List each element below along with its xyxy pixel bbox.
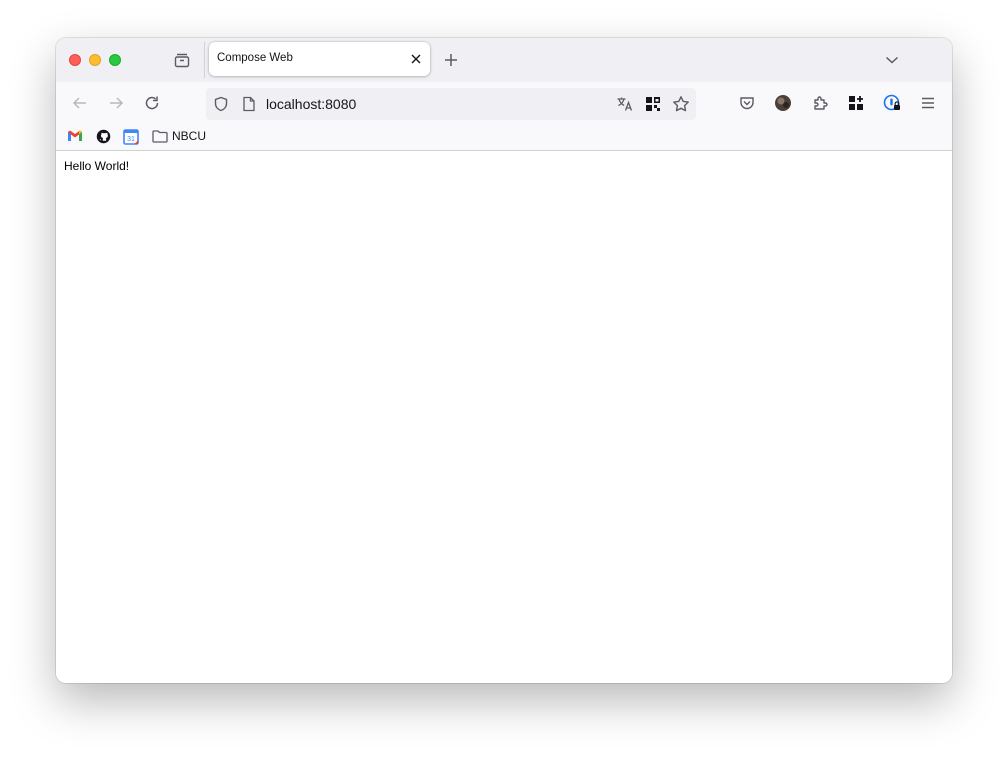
new-tab-plus-icon <box>444 53 458 67</box>
browser-window: Compose Web localhost:8080 31 NBCU Hello… <box>56 38 952 683</box>
shield-icon <box>213 96 229 112</box>
application-menu-button[interactable] <box>914 89 942 117</box>
qr-code-button[interactable] <box>639 90 667 118</box>
tab-manager-icon <box>173 51 191 69</box>
reload-icon <box>144 95 160 111</box>
list-all-tabs-button[interactable] <box>878 46 906 74</box>
qr-code-icon <box>645 96 661 112</box>
tab-title: Compose Web <box>217 52 293 64</box>
bookmarks-toolbar: 31 NBCU <box>56 124 952 151</box>
tab-divider <box>204 42 205 78</box>
translate-button[interactable] <box>611 90 639 118</box>
translate-icon <box>616 96 634 112</box>
password-manager-icon <box>883 94 901 112</box>
arrow-right-icon <box>108 95 124 111</box>
bookmark-github[interactable] <box>96 129 111 144</box>
tab-manager-button[interactable] <box>168 46 196 74</box>
bookmark-gmail[interactable] <box>67 129 83 142</box>
minimize-window-button[interactable] <box>89 54 101 66</box>
navigation-toolbar: localhost:8080 <box>56 82 952 124</box>
zoom-window-button[interactable] <box>109 54 121 66</box>
close-window-button[interactable] <box>69 54 81 66</box>
account-avatar-icon <box>774 94 792 112</box>
bookmark-star-button[interactable] <box>667 90 695 118</box>
calendar-icon: 31 <box>123 129 139 145</box>
url-bar[interactable]: localhost:8080 <box>206 88 696 120</box>
star-icon <box>672 95 690 113</box>
forward-button[interactable] <box>102 89 130 117</box>
gmail-icon <box>67 129 83 142</box>
bookmark-calendar[interactable]: 31 <box>123 129 139 145</box>
extensions-puzzle-icon <box>812 95 828 111</box>
page-content: Hello World! <box>56 151 952 683</box>
close-icon <box>410 53 422 65</box>
tab-close-button[interactable] <box>402 45 430 73</box>
apps-grid-icon <box>848 95 864 111</box>
folder-icon <box>152 129 168 143</box>
tab-strip: Compose Web <box>56 38 952 82</box>
pocket-button[interactable] <box>733 89 761 117</box>
page-icon <box>242 96 256 112</box>
reload-button[interactable] <box>138 89 166 117</box>
bookmark-folder-nbcu[interactable]: NBCU <box>152 129 206 143</box>
tracking-protection-button[interactable] <box>207 90 235 118</box>
menu-icon <box>920 96 936 110</box>
url-text[interactable]: localhost:8080 <box>266 96 356 112</box>
tab-compose-web[interactable]: Compose Web <box>209 42 430 76</box>
new-tab-button[interactable] <box>437 46 465 74</box>
extensions-button[interactable] <box>806 89 834 117</box>
back-button[interactable] <box>66 89 94 117</box>
bookmark-folder-label: NBCU <box>172 129 207 143</box>
site-info-button[interactable] <box>235 90 263 118</box>
tab-list-chevron-icon <box>885 55 899 65</box>
pocket-icon <box>739 95 755 111</box>
apps-button[interactable] <box>842 89 870 117</box>
arrow-left-icon <box>72 95 88 111</box>
hello-world-text: Hello World! <box>64 159 130 173</box>
github-icon <box>96 129 111 144</box>
password-manager-button[interactable] <box>878 89 906 117</box>
svg-text:31: 31 <box>127 136 135 143</box>
account-button[interactable] <box>769 89 797 117</box>
